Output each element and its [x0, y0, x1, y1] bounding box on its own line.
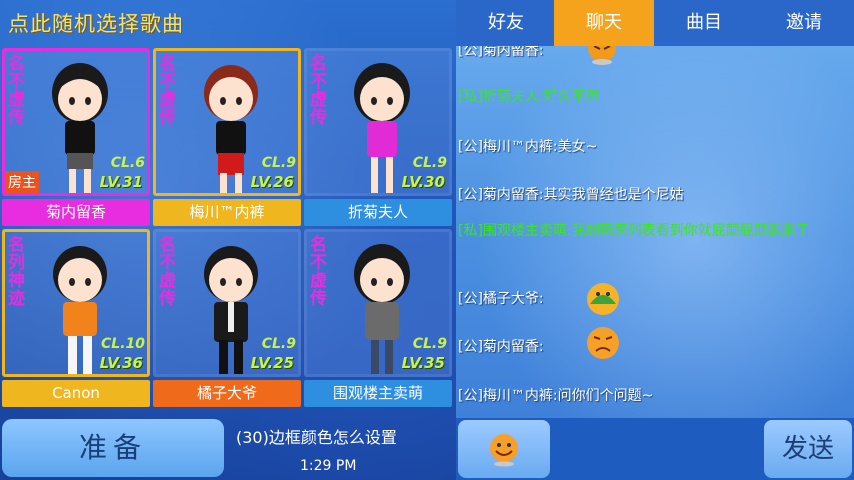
player-name: 橘子大爷 — [153, 380, 301, 407]
player-name: Canon — [2, 380, 150, 407]
chat-log[interactable]: [公]菊内留香: [私]折菊夫人:好久不见 [公]梅川™内裤:美女~ [公]菊内… — [456, 46, 854, 418]
social-panel: 好友 聊天 曲目 邀请 [公]菊内留香: [私]折菊夫人:好久不见 [公]梅川™… — [456, 0, 854, 480]
class-level: CL.10 — [101, 336, 145, 352]
player-title-tag: 名不虚传 — [310, 235, 327, 309]
host-badge: 房主 — [5, 171, 39, 193]
player-title-tag: 名不虚传 — [159, 235, 176, 309]
chat-message: [私]围观楼主卖萌:我翻玩家列表看到你就屁颠屁颠跑来了 — [458, 223, 810, 239]
player-level: LV.36 — [99, 354, 143, 372]
tab-invite[interactable]: 邀请 — [754, 0, 854, 46]
player-slot-5[interactable]: 名不虚传 CL.9 LV.25 — [153, 229, 301, 377]
player-level: LV.31 — [99, 173, 143, 191]
tab-chat[interactable]: 聊天 — [554, 0, 654, 46]
player-level: LV.35 — [401, 354, 445, 372]
chat-input-bar: 发送 — [456, 418, 854, 480]
selected-song: (30)边框颜色怎么设置 — [236, 428, 397, 447]
player-level: LV.30 — [401, 173, 445, 191]
ready-button[interactable]: 准备 — [2, 419, 224, 477]
player-title-tag: 名不虚传 — [310, 54, 327, 128]
sad-emoji-icon — [587, 327, 619, 359]
smile-emoji-icon — [490, 434, 518, 467]
tab-songs[interactable]: 曲目 — [654, 0, 754, 46]
tab-bar: 好友 聊天 曲目 邀请 — [456, 0, 854, 46]
tab-friends[interactable]: 好友 — [456, 0, 556, 46]
player-title-tag: 名不虚传 — [159, 54, 176, 128]
chat-message: [公]菊内留香:其实我曾经也是个尼姑 — [458, 187, 684, 203]
random-song-button[interactable]: 点此随机选择歌曲 — [8, 8, 184, 38]
player-slot-6[interactable]: 名不虚传 CL.9 LV.35 — [304, 229, 452, 377]
player-level: LV.25 — [250, 354, 294, 372]
send-button[interactable]: 发送 — [764, 420, 852, 478]
player-title-tag: 名列神迹 — [8, 235, 25, 309]
class-level: CL.9 — [261, 336, 296, 352]
player-level: LV.26 — [250, 173, 294, 191]
chat-message: [公]梅川™内裤:美女~ — [458, 139, 598, 155]
player-name: 梅川™内裤 — [153, 199, 301, 226]
player-title-tag: 名不虚传 — [8, 54, 25, 128]
chat-message: [私]折菊夫人:好久不见 — [458, 89, 600, 105]
chat-message: [公]梅川™内裤:问你们个问题~ — [458, 388, 654, 404]
chat-message: [公]菊内留香: — [458, 46, 544, 59]
class-level: CL.6 — [110, 155, 145, 171]
player-name: 围观楼主卖萌 — [304, 380, 452, 407]
player-name: 折菊夫人 — [304, 199, 452, 226]
player-name: 菊内留香 — [2, 199, 150, 226]
clock: 1:29 PM — [300, 458, 357, 474]
chat-message: [公]橘子大爷: — [458, 291, 544, 307]
player-slot-2[interactable]: 名不虚传 CL.9 LV.26 — [153, 48, 301, 196]
chat-message: [公]菊内留香: — [458, 339, 544, 355]
class-level: CL.9 — [412, 336, 447, 352]
player-slot-1[interactable]: 名不虚传 CL.6 LV.31 房主 — [2, 48, 150, 196]
fan-emoji-icon — [587, 283, 619, 315]
class-level: CL.9 — [261, 155, 296, 171]
emoji-button[interactable] — [458, 420, 550, 478]
player-slot-3[interactable]: 名不虚传 CL.9 LV.30 — [304, 48, 452, 196]
room-panel: 点此随机选择歌曲 名不虚传 CL.6 LV.31 房主 菊内留香 名不虚传 CL… — [0, 0, 456, 480]
player-slot-4[interactable]: 名列神迹 CL.10 LV.36 — [2, 229, 150, 377]
angry-emoji-icon — [588, 46, 616, 65]
class-level: CL.9 — [412, 155, 447, 171]
